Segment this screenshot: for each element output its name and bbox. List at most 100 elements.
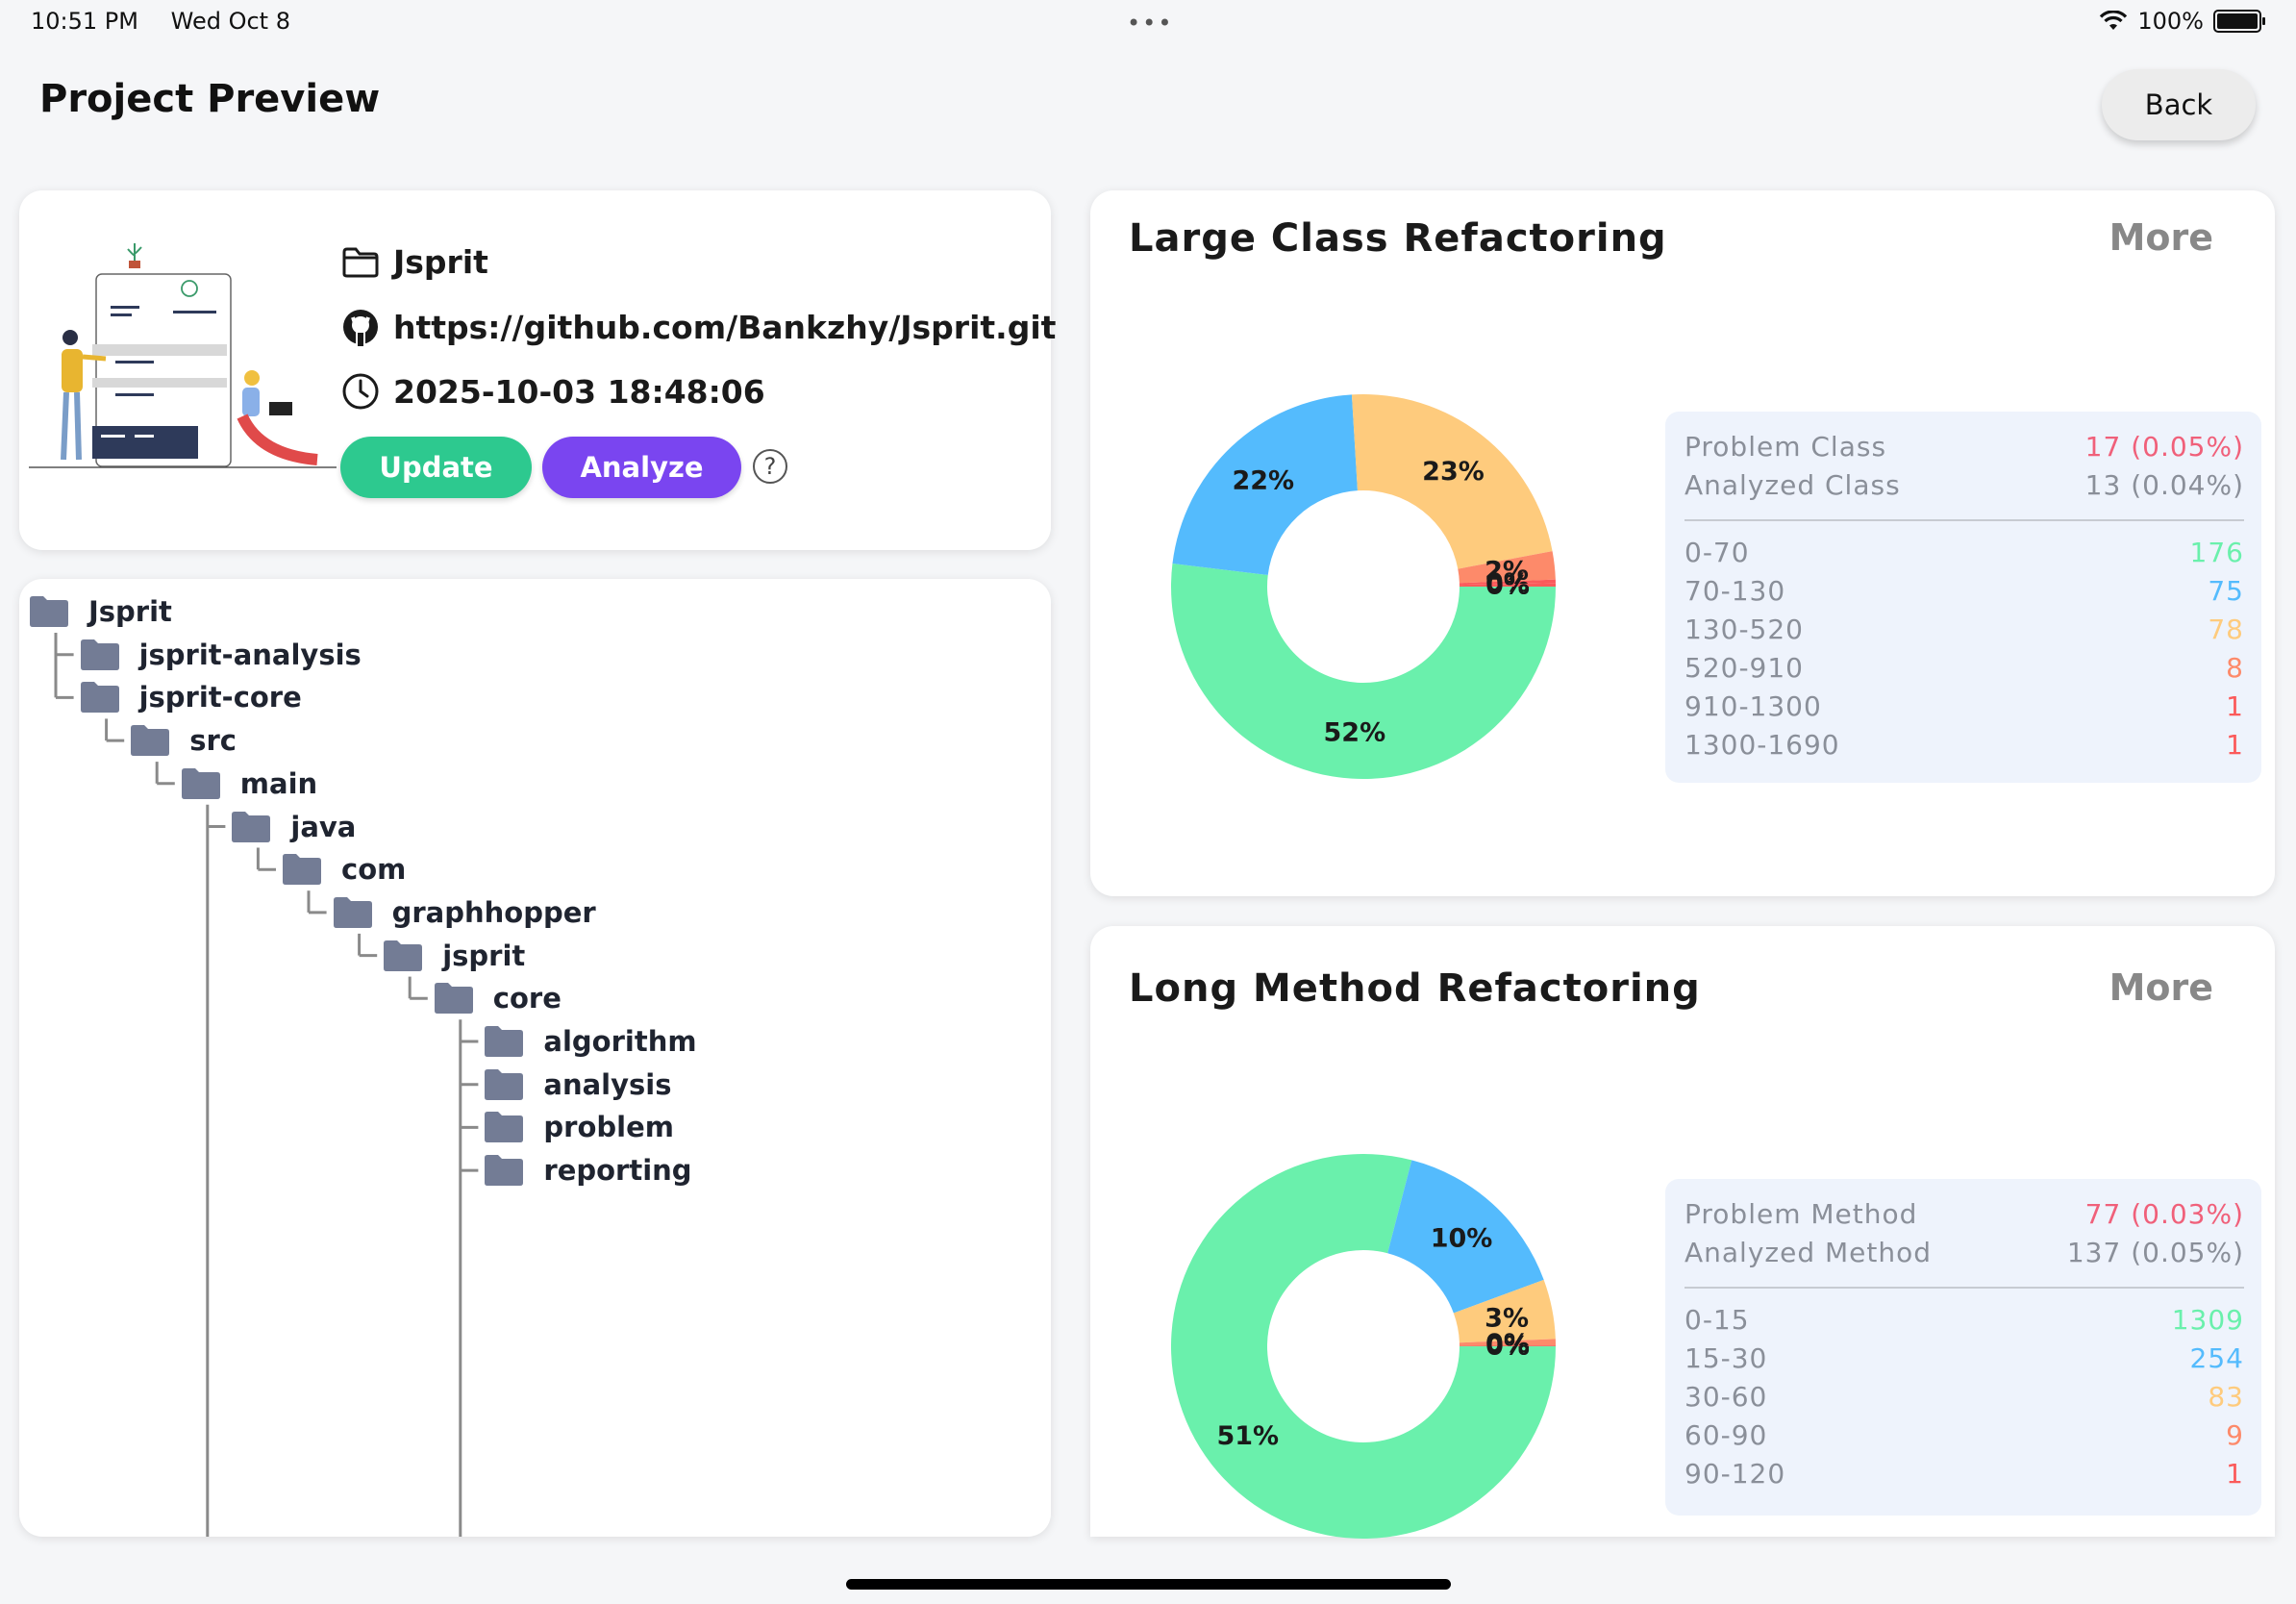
back-button[interactable]: Back — [2102, 69, 2256, 140]
range-count: 1 — [2226, 690, 2244, 722]
range-label: 30-60 — [1685, 1381, 1768, 1413]
folder-icon — [131, 725, 170, 757]
summary-row: Problem Method 77 (0.03%) — [1685, 1198, 2244, 1230]
update-button[interactable]: Update — [340, 437, 532, 498]
folder-icon — [283, 854, 321, 886]
tree-item[interactable]: java — [231, 808, 356, 846]
range-count: 1 — [2226, 729, 2244, 761]
range-count: 78 — [2208, 614, 2244, 645]
battery-percent: 100% — [2137, 8, 2204, 35]
summary-value: 137 (0.05%) — [2066, 1237, 2244, 1268]
summary-label: Problem Class — [1685, 431, 1887, 463]
clock-icon — [342, 373, 379, 410]
stats-divider — [1685, 519, 2244, 521]
summary-label: Problem Method — [1685, 1198, 1918, 1230]
range-row: 1300-1690 1 — [1685, 729, 2244, 761]
range-count: 8 — [2226, 652, 2244, 684]
tree-item-label: jsprit-core — [138, 681, 302, 714]
range-row: 130-520 78 — [1685, 614, 2244, 645]
github-icon — [343, 310, 378, 346]
project-url[interactable]: https://github.com/Bankzhy/Jsprit.git — [393, 309, 1056, 346]
range-row: 520-910 8 — [1685, 652, 2244, 684]
summary-row: Problem Class 17 (0.05%) — [1685, 431, 2244, 463]
summary-value: 13 (0.04%) — [2084, 469, 2244, 501]
tree-item[interactable]: core — [434, 979, 562, 1017]
folder-icon — [30, 596, 68, 627]
long-method-card: Long Method Refactoring More 51% 10% 3% 0% 0… — [1090, 926, 2275, 1539]
tree-item[interactable]: Jsprit — [29, 592, 172, 631]
battery-icon — [2213, 10, 2265, 33]
range-row: 60-90 9 — [1685, 1419, 2244, 1451]
range-label: 130-520 — [1685, 614, 1804, 645]
project-name-row: Jsprit — [341, 243, 488, 281]
summary-row: Analyzed Method 137 (0.05%) — [1685, 1237, 2244, 1268]
tree-item[interactable]: problem — [484, 1108, 674, 1146]
stats-divider — [1685, 1287, 2244, 1289]
range-row: 30-60 83 — [1685, 1381, 2244, 1413]
tree-item-label: main — [239, 766, 318, 800]
analyze-button[interactable]: Analyze — [542, 437, 741, 498]
range-count: 9 — [2226, 1419, 2244, 1451]
folder-icon — [434, 983, 473, 1015]
tree-item[interactable]: graphhopper — [333, 893, 596, 932]
home-indicator[interactable] — [846, 1579, 1451, 1590]
donut-slice-label: 10% — [1431, 1223, 1493, 1253]
tree-item-label: java — [290, 810, 357, 843]
tree-item[interactable]: main — [181, 764, 317, 803]
range-label: 0-15 — [1685, 1304, 1750, 1336]
page-title: Project Preview — [39, 77, 381, 121]
folder-icon — [333, 896, 372, 928]
range-count: 176 — [2189, 537, 2244, 568]
summary-value: 17 (0.05%) — [2084, 431, 2244, 463]
folder-icon — [232, 811, 271, 842]
large-class-title: Large Class Refactoring — [1129, 216, 1667, 261]
tree-item-label: jsprit-analysis — [138, 638, 362, 671]
project-url-row: https://github.com/Bankzhy/Jsprit.git — [341, 308, 1056, 346]
range-label: 90-120 — [1685, 1458, 1786, 1490]
long-method-stats-panel: Problem Method 77 (0.03%) Analyzed Method 1… — [1665, 1179, 2261, 1516]
range-label: 15-30 — [1685, 1342, 1768, 1374]
tree-item[interactable]: jsprit — [383, 937, 525, 975]
project-name: Jsprit — [393, 243, 488, 281]
range-count: 1309 — [2171, 1304, 2244, 1336]
help-icon[interactable]: ? — [753, 449, 787, 484]
range-row: 15-30 254 — [1685, 1342, 2244, 1374]
folder-icon — [485, 1155, 524, 1187]
donut-slice-label: 0% — [1485, 1332, 1530, 1362]
long-method-more-link[interactable]: More — [2109, 966, 2213, 1009]
summary-label: Analyzed Method — [1685, 1237, 1933, 1268]
large-class-donut-chart: 52%22% 23%2%0%0% — [1171, 394, 1556, 779]
range-label: 0-70 — [1685, 537, 1750, 568]
tree-item[interactable]: src — [130, 721, 237, 760]
multitasking-dots-icon[interactable]: ••• — [1127, 10, 1173, 37]
range-row: 0-70 176 — [1685, 537, 2244, 568]
range-label: 70-130 — [1685, 575, 1786, 607]
range-count: 75 — [2208, 575, 2244, 607]
range-count: 254 — [2189, 1342, 2244, 1374]
tree-item-label: jsprit — [442, 939, 526, 972]
project-datetime-row: 2025-10-03 18:48:06 — [341, 372, 765, 411]
range-label: 1300-1690 — [1685, 729, 1840, 761]
tree-item-label: src — [189, 724, 237, 758]
project-info-card: Jsprit https://github.com/Bankzhy/Jsprit… — [19, 190, 1056, 550]
status-time: 10:51 PM — [31, 8, 138, 35]
tree-item-label: com — [341, 853, 407, 887]
summary-label: Analyzed Class — [1685, 469, 1901, 501]
donut-slice-label: 22% — [1232, 465, 1294, 495]
large-class-more-link[interactable]: More — [2109, 216, 2213, 259]
donut-slice-label: 52% — [1324, 718, 1386, 748]
folder-icon — [384, 940, 423, 971]
status-bar: 10:51 PM Wed Oct 8 ••• 100% — [0, 0, 2296, 46]
tree-item[interactable]: analysis — [484, 1065, 671, 1104]
tree-item[interactable]: algorithm — [484, 1022, 697, 1061]
tree-item[interactable]: com — [282, 850, 406, 889]
file-tree-card: Jsprit jsprit-analysis jsprit-core src main j… — [19, 579, 1051, 1537]
donut-slice-label: 23% — [1422, 457, 1485, 487]
donut-slice-label: 0% — [1485, 571, 1530, 601]
tree-item[interactable]: reporting — [484, 1151, 692, 1190]
tree-item[interactable]: jsprit-analysis — [80, 636, 362, 674]
tree-item[interactable]: jsprit-core — [80, 678, 302, 716]
tree-item-label: reporting — [543, 1154, 692, 1188]
folder-icon — [80, 682, 119, 714]
folder-outline-icon — [342, 247, 379, 277]
